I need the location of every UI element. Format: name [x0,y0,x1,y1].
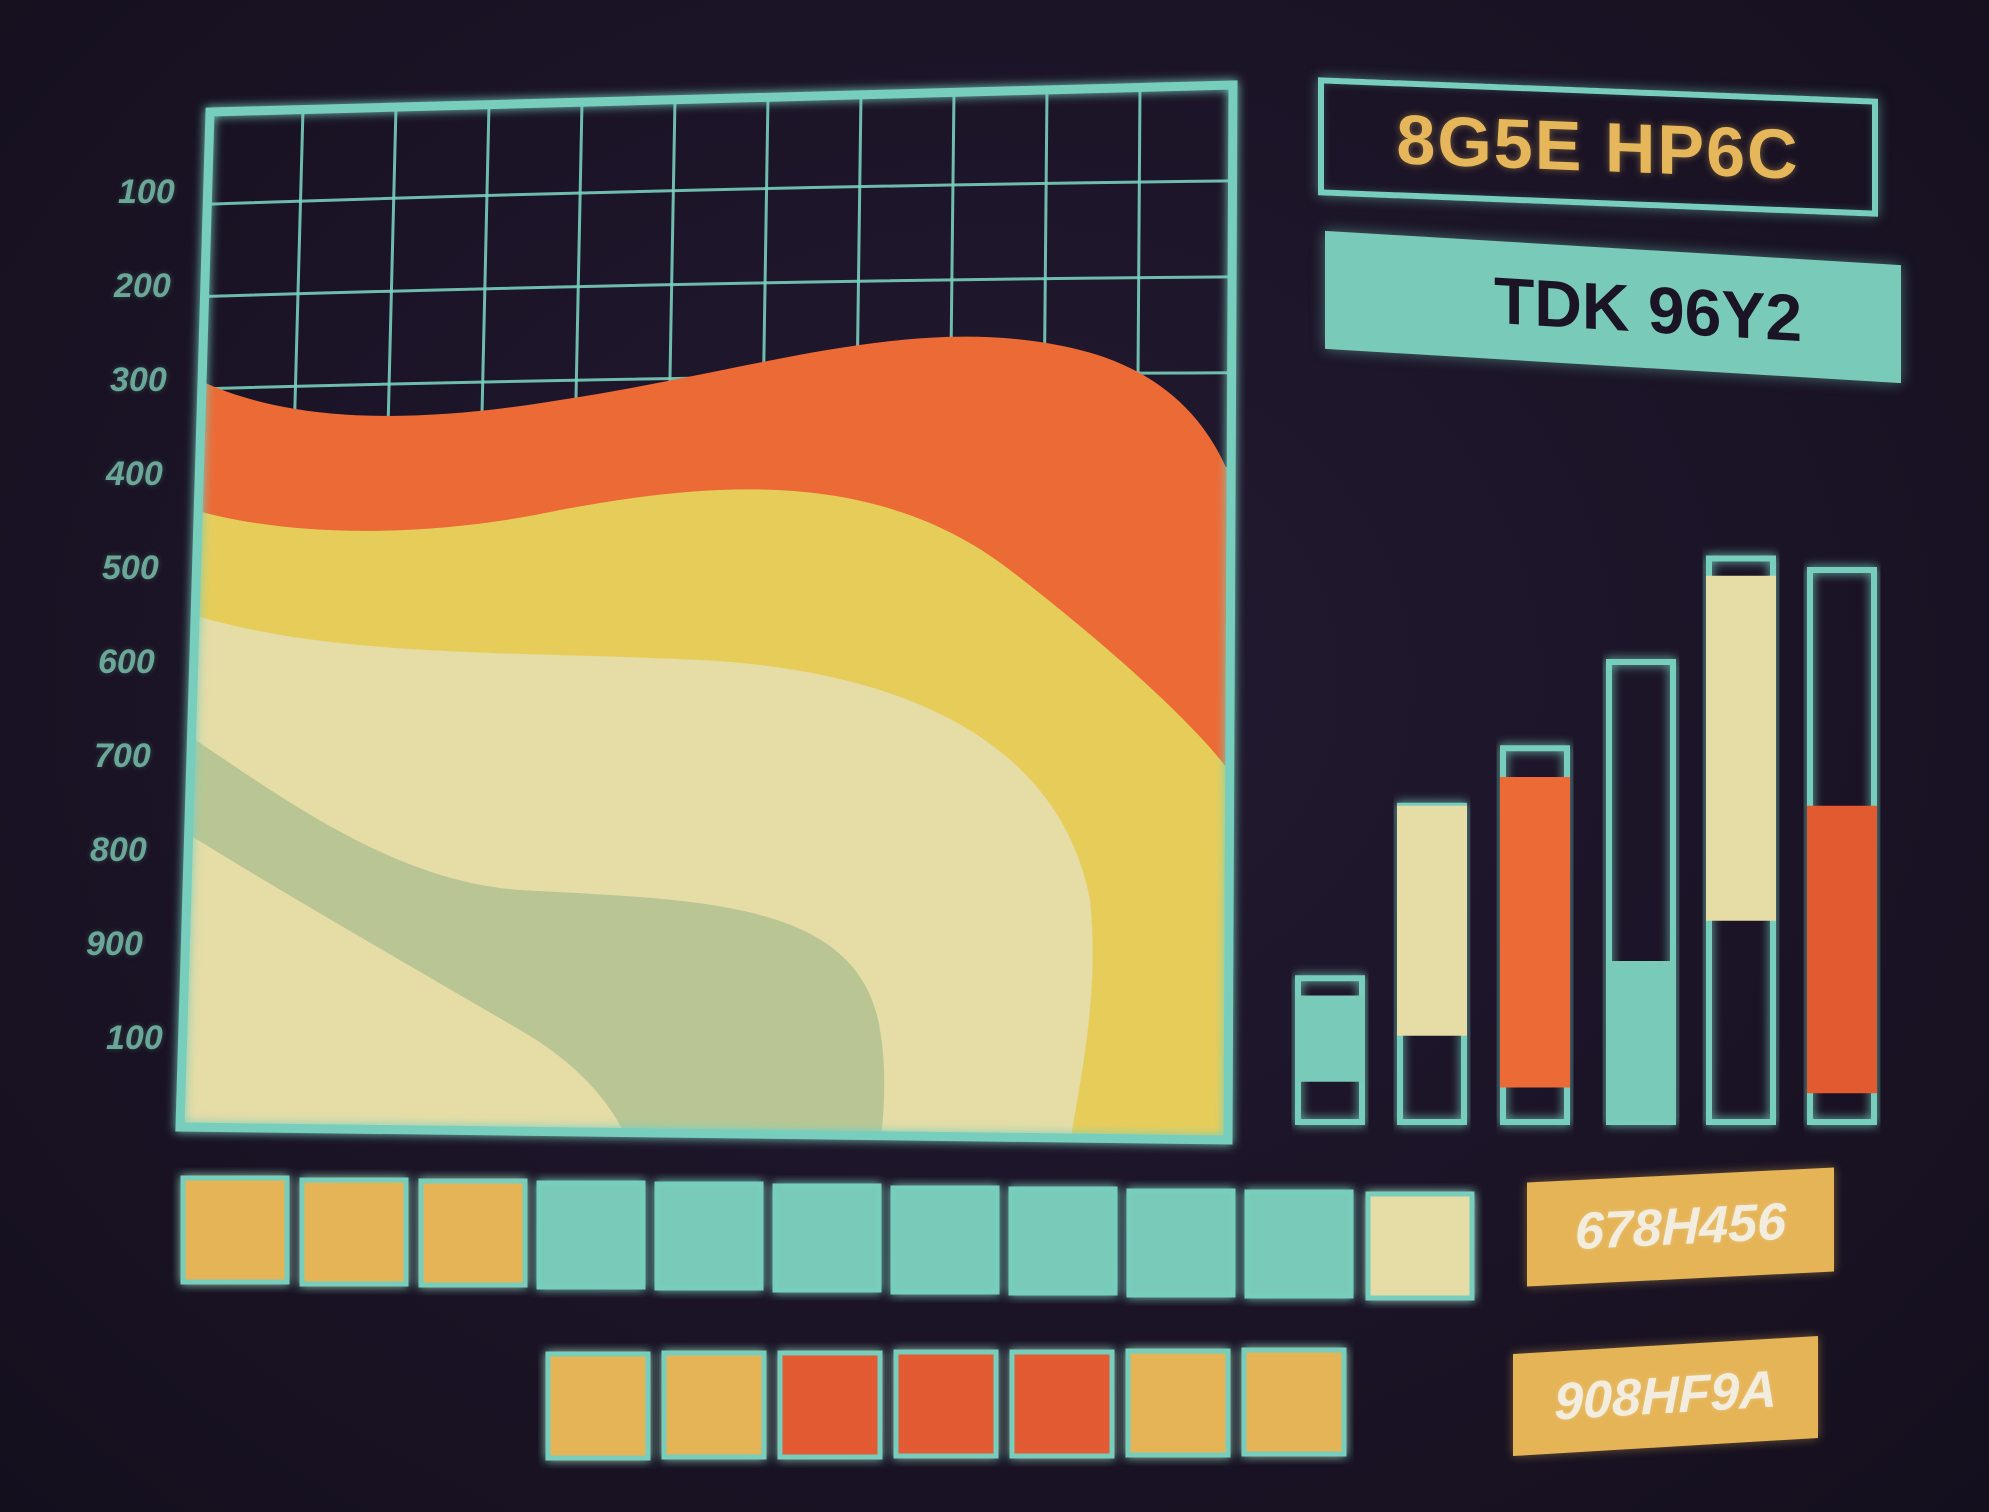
title-box: 8G5E HP6C [1318,77,1878,217]
y-axis-tick-label: 800 [90,831,147,869]
indicator-cell [299,1177,409,1287]
area-chart-panel [175,80,1877,1461]
indicator-cell [180,1175,290,1285]
indicator-cell [893,1349,999,1459]
bar-fill [1606,961,1676,1122]
y-axis-tick-label: 400 [106,455,163,493]
y-axis-tick-label: 100 [118,173,175,211]
indicator-cell [1125,1348,1231,1458]
bar-chart [1295,555,1877,1125]
y-axis-tick-label: 700 [94,737,151,775]
y-axis-tick-label: 900 [86,925,143,963]
indicator-cell [418,1178,528,1288]
y-axis-tick-label: 500 [102,549,159,587]
grid-line-horizontal [204,275,1233,299]
y-axis-tick-label: 300 [110,361,167,399]
indicator-cell [1008,1186,1118,1296]
code-tag-bottom-label: 908HF9A [1554,1360,1777,1432]
bar-fill [1295,995,1365,1082]
y-axis-tick-label: 200 [114,267,171,305]
y-axis-tick-label: 600 [98,643,155,681]
retro-monitor-screen: 100 200 300 400 500 600 700 800 900 100 8G5E HP6C… [0,0,1989,1512]
y-axis-tick-label: 100 [106,1019,163,1057]
code-tag-bottom: 908HF9A [1513,1335,1818,1457]
title-label: 8G5E HP6C [1396,100,1800,194]
bar-fill [1807,805,1877,1094]
indicator-cell [1365,1191,1475,1301]
indicator-cell [661,1350,767,1460]
indicator-cell [545,1351,651,1461]
indicator-cell [890,1185,1000,1295]
indicator-cell [1244,1189,1354,1299]
indicator-cell [777,1350,883,1460]
grid-line-horizontal [207,179,1233,206]
indicator-cell [1009,1349,1115,1459]
area-bands [180,336,1233,1140]
indicator-row-top [180,1175,1475,1301]
bar-fill [1397,805,1467,1036]
subtitle-label: TDK 96Y2 [1493,262,1803,356]
indicator-cell [536,1180,646,1290]
code-tag-top: 678H456 [1527,1167,1834,1287]
indicator-cell [1126,1188,1236,1298]
indicator-cell [1241,1347,1347,1457]
indicator-cell [772,1183,882,1293]
code-tag-top-label: 678H456 [1574,1192,1787,1262]
indicator-cell [654,1181,764,1291]
bar-fill [1500,777,1570,1088]
bar-fill [1706,575,1776,921]
indicator-row-bottom [545,1347,1347,1461]
